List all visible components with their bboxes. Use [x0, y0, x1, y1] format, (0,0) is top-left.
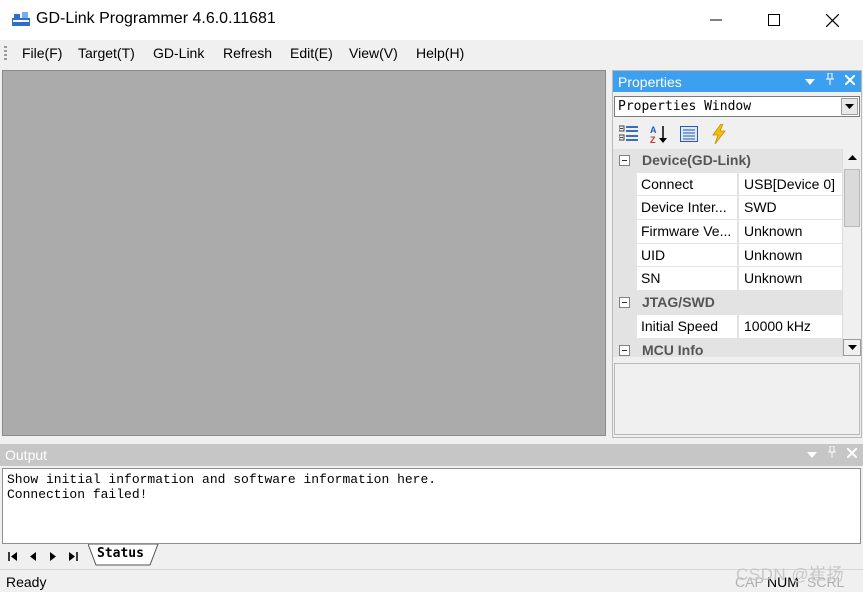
properties-title: Properties [618, 74, 682, 90]
property-row-sn[interactable]: SN Unknown [613, 267, 843, 292]
menu-file[interactable]: File(F) [22, 45, 62, 61]
chevron-down-icon [845, 104, 854, 109]
first-tab-button[interactable] [5, 549, 21, 563]
status-bar: Ready CAP NUM SCRL [0, 569, 863, 592]
property-grid: Device(GD-Link) Connect USB[Device 0] De… [613, 149, 843, 357]
app-icon [12, 12, 30, 26]
properties-header: Properties [613, 71, 861, 92]
status-text: Ready [6, 574, 47, 590]
window-title: GD-Link Programmer 4.6.0.11681 [36, 10, 276, 27]
dropdown-arrow-icon[interactable] [805, 446, 819, 462]
previous-tab-button[interactable] [25, 549, 41, 563]
property-name: SN [637, 267, 737, 292]
collapse-icon[interactable] [619, 155, 630, 166]
main-client-area [2, 70, 606, 436]
property-pages-button[interactable] [678, 123, 700, 145]
menu-target[interactable]: Target(T) [78, 45, 135, 61]
properties-pane: Properties Properties Window A Z Device(… [612, 70, 862, 438]
property-value[interactable]: Unknown [739, 243, 843, 268]
property-row-uid[interactable]: UID Unknown [613, 243, 843, 268]
property-row-firmware-version[interactable]: Firmware Ve... Unknown [613, 220, 843, 244]
menu-view[interactable]: View(V) [349, 45, 398, 61]
next-tab-button[interactable] [45, 549, 61, 563]
category-label: MCU Info [642, 341, 704, 358]
property-value[interactable]: USB[Device 0] [739, 172, 843, 197]
close-icon [825, 13, 839, 27]
categorized-icon [619, 125, 638, 141]
property-name: Connect [637, 172, 737, 197]
combo-dropdown-button[interactable] [841, 98, 858, 115]
scroll-up-button[interactable] [843, 149, 861, 166]
menu-bar: File(F) Target(T) GD-Link Refresh Edit(E… [0, 40, 863, 68]
pin-icon[interactable] [823, 72, 837, 89]
minimize-icon [710, 19, 722, 21]
svg-text:Z: Z [650, 135, 656, 144]
collapse-icon[interactable] [619, 344, 630, 356]
maximize-button[interactable] [745, 0, 803, 40]
property-value[interactable]: Unknown [739, 267, 843, 292]
property-value[interactable]: 10000 kHz [739, 314, 843, 339]
pin-icon[interactable] [825, 445, 839, 462]
output-title: Output [5, 447, 48, 463]
output-header: Output [0, 444, 863, 466]
combo-value: Properties Window [618, 99, 752, 114]
menu-gd-link[interactable]: GD-Link [153, 45, 204, 61]
last-icon [69, 551, 78, 561]
alphabetical-sort-icon: A Z [650, 125, 667, 144]
svg-text:A: A [650, 125, 657, 135]
scroll-down-icon [847, 345, 857, 350]
output-tab-strip: Status [0, 544, 863, 568]
property-row-initial-speed[interactable]: Initial Speed 10000 kHz [613, 314, 843, 339]
maximize-icon [768, 14, 780, 26]
property-row-connect[interactable]: Connect USB[Device 0] [613, 172, 843, 197]
minimize-button[interactable] [687, 0, 745, 40]
property-pages-icon [680, 126, 698, 142]
property-row-device-interface[interactable]: Device Inter... SWD [613, 196, 843, 221]
next-icon [50, 551, 56, 561]
category-label: JTAG/SWD [642, 294, 715, 311]
menu-refresh[interactable]: Refresh [223, 45, 272, 61]
watermark: CSDN @崔扬 [736, 565, 845, 584]
scroll-up-icon [847, 155, 857, 160]
close-icon[interactable] [843, 73, 857, 89]
last-tab-button[interactable] [65, 549, 81, 563]
category-device[interactable]: Device(GD-Link) [613, 149, 843, 173]
property-name: Device Inter... [637, 196, 737, 221]
close-icon[interactable] [845, 446, 859, 462]
category-mcu-info[interactable]: MCU Info [613, 338, 843, 358]
property-value[interactable]: Unknown [739, 220, 843, 244]
categorized-button[interactable] [618, 123, 640, 145]
property-description-panel [614, 363, 860, 435]
close-button[interactable] [803, 0, 861, 40]
property-name: Firmware Ve... [637, 220, 737, 244]
menubar-grip[interactable] [4, 46, 7, 62]
alphabetical-button[interactable]: A Z [648, 123, 670, 145]
property-value[interactable]: SWD [739, 196, 843, 221]
menu-edit[interactable]: Edit(E) [290, 45, 333, 61]
property-name: Initial Speed [637, 314, 737, 339]
properties-toolbar: A Z [615, 121, 730, 147]
events-button[interactable] [708, 123, 730, 145]
property-grid-scrollbar[interactable] [842, 149, 861, 356]
first-icon [8, 551, 17, 561]
output-log[interactable]: Show initial information and software in… [2, 468, 861, 544]
events-icon [712, 124, 726, 144]
collapse-icon[interactable] [619, 297, 630, 309]
previous-icon [30, 551, 36, 561]
scroll-down-button[interactable] [843, 339, 861, 356]
properties-object-selector[interactable]: Properties Window [614, 96, 860, 117]
title-bar: GD-Link Programmer 4.6.0.11681 [0, 0, 863, 40]
tab-status-label: Status [97, 546, 144, 561]
category-jtag-swd[interactable]: JTAG/SWD [613, 291, 843, 315]
category-label: Device(GD-Link) [642, 152, 751, 168]
dropdown-arrow-icon[interactable] [803, 73, 817, 89]
scroll-thumb[interactable] [844, 169, 860, 227]
property-name: UID [637, 243, 737, 268]
menu-help[interactable]: Help(H) [416, 45, 464, 61]
output-pane: Output Show initial information and soft… [0, 444, 863, 568]
